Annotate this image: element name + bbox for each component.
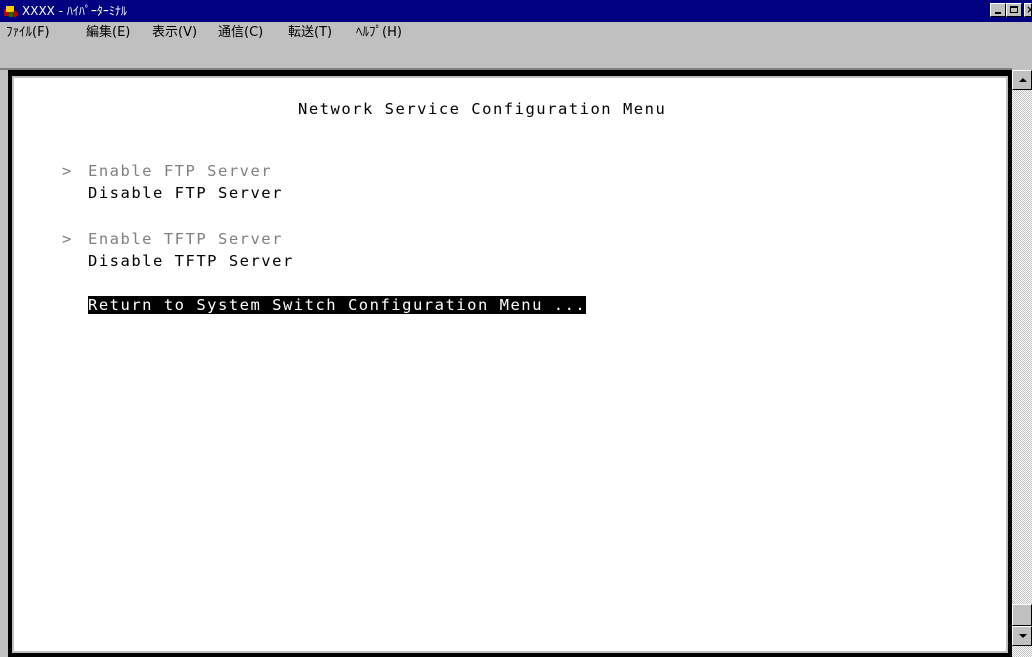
maximize-icon	[1010, 6, 1018, 13]
disable-tftp-option[interactable]: Disable TFTP Server	[88, 252, 294, 270]
vertical-scrollbar[interactable]	[1012, 70, 1032, 657]
scroll-up-button[interactable]	[1012, 70, 1032, 90]
menu-transfer[interactable]: 転送(T)	[288, 25, 332, 41]
menu-file[interactable]: ﾌｧｲﾙ(F)	[6, 25, 50, 41]
minimize-icon	[995, 12, 1001, 14]
menu-bar: ﾌｧｲﾙ(F) 編集(E) 表示(V) 通信(C) 転送(T) ﾍﾙﾌﾟ(H)	[0, 22, 1032, 44]
screen-title: Network Service Configuration Menu	[298, 100, 667, 118]
arrow-down-icon	[1019, 634, 1027, 638]
menu-help[interactable]: ﾍﾙﾌﾟ(H)	[356, 25, 402, 41]
title-bar: XXXX - ﾊｲﾊﾟｰﾀｰﾐﾅﾙ ×	[0, 0, 1032, 22]
return-menu-option[interactable]: Return to System Switch Configuration Me…	[88, 296, 587, 314]
menu-communication[interactable]: 通信(C)	[218, 25, 263, 41]
menu-view[interactable]: 表示(V)	[152, 25, 197, 41]
close-button[interactable]: ×	[1024, 3, 1032, 17]
selection-marker: >	[62, 162, 73, 180]
minimize-button[interactable]	[990, 3, 1006, 17]
disable-ftp-option[interactable]: Disable FTP Server	[88, 184, 283, 202]
scroll-thumb[interactable]	[1012, 604, 1032, 626]
arrow-up-icon	[1019, 78, 1027, 82]
enable-tftp-option[interactable]: Enable TFTP Server	[88, 230, 283, 248]
enable-ftp-option[interactable]: Enable FTP Server	[88, 162, 272, 180]
maximize-button[interactable]	[1006, 3, 1022, 17]
scroll-down-button[interactable]	[1012, 626, 1032, 646]
selection-marker: >	[62, 230, 73, 248]
close-icon: ×	[1026, 4, 1031, 16]
hyperterminal-app-icon[interactable]	[3, 3, 19, 19]
menu-edit[interactable]: 編集(E)	[86, 25, 130, 41]
window-title: XXXX - ﾊｲﾊﾟｰﾀｰﾐﾅﾙ	[22, 4, 127, 18]
